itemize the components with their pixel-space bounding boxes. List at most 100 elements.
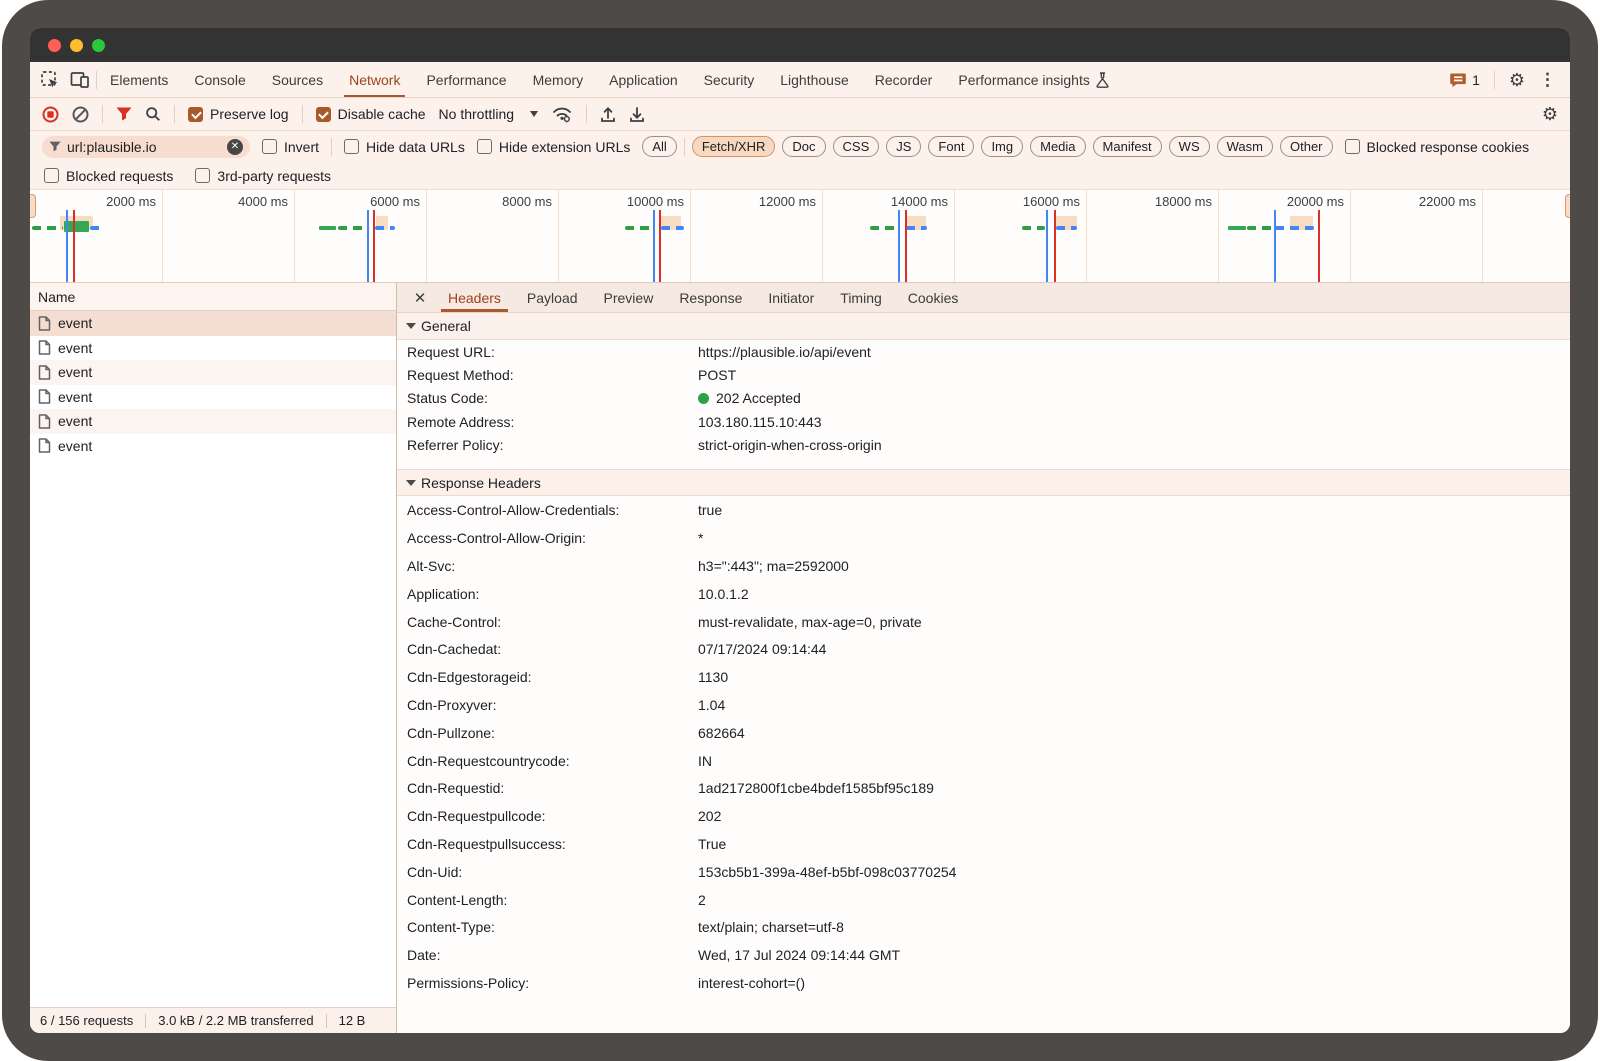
- overview-left-handle[interactable]: [30, 194, 36, 218]
- close-details-icon[interactable]: ✕: [405, 283, 435, 312]
- type-pill-all[interactable]: All: [642, 136, 676, 157]
- details-tab-headers[interactable]: Headers: [435, 283, 514, 312]
- header-value: 07/17/2024 09:14:44: [698, 641, 826, 657]
- header-value: h3=":443"; ma=2592000: [698, 558, 849, 574]
- zoom-window-button[interactable]: [92, 39, 105, 52]
- tab-elements[interactable]: Elements: [97, 62, 181, 97]
- issues-counter[interactable]: 1: [1450, 72, 1480, 88]
- header-name: Alt-Svc:: [407, 558, 698, 574]
- overview-right-handle[interactable]: [1565, 194, 1570, 218]
- type-pill-other[interactable]: Other: [1280, 136, 1333, 157]
- filter-input[interactable]: [67, 139, 221, 155]
- type-pill-media[interactable]: Media: [1030, 136, 1085, 157]
- blocked-requests-checkbox[interactable]: Blocked requests: [44, 168, 173, 184]
- record-network-log-button[interactable]: [42, 106, 59, 123]
- type-pill-js[interactable]: JS: [886, 136, 921, 157]
- request-row[interactable]: event: [30, 434, 396, 459]
- response-headers-section-header[interactable]: Response Headers: [397, 469, 1570, 496]
- details-tab-response[interactable]: Response: [666, 283, 755, 312]
- more-options-kebab-icon[interactable]: ⋮: [1539, 70, 1556, 90]
- blocked-response-cookies-checkbox[interactable]: Blocked response cookies: [1345, 139, 1530, 155]
- document-icon: [38, 414, 51, 429]
- details-tab-payload[interactable]: Payload: [514, 283, 591, 312]
- hide-data-urls-checkbox[interactable]: Hide data URLs: [344, 139, 465, 155]
- import-har-icon[interactable]: [600, 106, 616, 123]
- inspect-element-icon[interactable]: [40, 70, 60, 90]
- header-name: Cdn-Requestcountrycode:: [407, 753, 698, 769]
- network-settings-gear-icon[interactable]: ⚙: [1542, 105, 1558, 123]
- minimize-window-button[interactable]: [70, 39, 83, 52]
- tab-application[interactable]: Application: [596, 62, 691, 97]
- tab-memory[interactable]: Memory: [520, 62, 597, 97]
- header-value: *: [698, 530, 703, 546]
- blocked-response-cookies-label: Blocked response cookies: [1367, 139, 1530, 155]
- tab-recorder[interactable]: Recorder: [862, 62, 946, 97]
- tab-network[interactable]: Network: [336, 62, 413, 97]
- clear-filter-icon[interactable]: ✕: [227, 139, 243, 155]
- header-value: interest-cohort=(): [698, 975, 805, 991]
- timeline-gridline: [1218, 190, 1219, 282]
- timeline-tick-label: 14000 ms: [891, 194, 954, 209]
- divider: [302, 105, 303, 123]
- details-tab-preview[interactable]: Preview: [591, 283, 667, 312]
- summary-item: 6 / 156 requests: [40, 1013, 133, 1028]
- response-header-row: Cdn-Pullzone:682664: [397, 719, 1570, 747]
- third-party-requests-checkbox[interactable]: 3rd-party requests: [195, 168, 331, 184]
- response-header-row: Content-Length:2: [397, 886, 1570, 914]
- request-row[interactable]: event: [30, 360, 396, 385]
- header-value: text/plain; charset=utf-8: [698, 919, 844, 935]
- tab-lighthouse[interactable]: Lighthouse: [767, 62, 862, 97]
- request-name: event: [58, 340, 92, 356]
- disable-cache-checkbox[interactable]: Disable cache: [316, 106, 426, 122]
- tab-performance[interactable]: Performance: [413, 62, 519, 97]
- header-value: Wed, 17 Jul 2024 09:14:44 GMT: [698, 947, 900, 963]
- filter-input-pill[interactable]: ✕: [42, 136, 250, 158]
- request-row[interactable]: event: [30, 409, 396, 434]
- hide-extension-urls-checkbox[interactable]: Hide extension URLs: [477, 139, 631, 155]
- throttling-dropdown[interactable]: No throttling: [439, 106, 538, 122]
- type-pill-ws[interactable]: WS: [1169, 136, 1210, 157]
- request-row[interactable]: event: [30, 336, 396, 361]
- clear-network-log-button[interactable]: [72, 106, 89, 123]
- search-icon[interactable]: [145, 106, 161, 122]
- header-value-text: text/plain; charset=utf-8: [698, 919, 844, 935]
- request-row[interactable]: event: [30, 311, 396, 336]
- window-frame: ElementsConsoleSourcesNetworkPerformance…: [2, 0, 1598, 1061]
- tab-sources[interactable]: Sources: [259, 62, 336, 97]
- filter-bar-secondary: Blocked requests 3rd-party requests: [30, 162, 1570, 190]
- name-column-header[interactable]: Name: [30, 283, 396, 311]
- tab-console[interactable]: Console: [181, 62, 258, 97]
- type-pill-fetch-xhr[interactable]: Fetch/XHR: [692, 136, 776, 157]
- waterfall-blue-dashed: [1056, 226, 1077, 230]
- device-toolbar-icon[interactable]: [70, 71, 90, 89]
- settings-gear-icon[interactable]: ⚙: [1509, 71, 1525, 89]
- tab-performance-insights[interactable]: Performance insights: [945, 62, 1122, 97]
- type-pill-font[interactable]: Font: [928, 136, 974, 157]
- divider: [684, 138, 685, 156]
- response-header-row: Alt-Svc:h3=":443"; ma=2592000: [397, 552, 1570, 580]
- export-har-icon[interactable]: [629, 106, 645, 123]
- close-window-button[interactable]: [48, 39, 61, 52]
- general-section-header[interactable]: General: [397, 313, 1570, 340]
- network-conditions-icon[interactable]: [551, 105, 573, 123]
- header-value: must-revalidate, max-age=0, private: [698, 614, 922, 630]
- timeline-gridline: [954, 190, 955, 282]
- type-pill-wasm[interactable]: Wasm: [1217, 136, 1273, 157]
- tab-security[interactable]: Security: [691, 62, 768, 97]
- checkbox-unchecked: [1345, 139, 1360, 154]
- details-tab-cookies[interactable]: Cookies: [895, 283, 972, 312]
- request-row[interactable]: event: [30, 385, 396, 410]
- details-tab-initiator[interactable]: Initiator: [755, 283, 827, 312]
- type-pill-img[interactable]: Img: [981, 136, 1023, 157]
- type-pill-doc[interactable]: Doc: [782, 136, 825, 157]
- invert-checkbox[interactable]: Invert: [262, 139, 319, 155]
- type-pill-css[interactable]: CSS: [833, 136, 880, 157]
- preserve-log-checkbox[interactable]: Preserve log: [188, 106, 289, 122]
- dcl-event-line: [66, 210, 68, 283]
- network-overview-timeline[interactable]: 2000 ms4000 ms6000 ms8000 ms10000 ms1200…: [30, 190, 1570, 283]
- checkbox-checked: [188, 107, 203, 122]
- details-tab-timing[interactable]: Timing: [827, 283, 895, 312]
- type-pill-manifest[interactable]: Manifest: [1093, 136, 1162, 157]
- filter-toggle-icon[interactable]: [116, 107, 132, 121]
- tab-label: Security: [704, 72, 755, 88]
